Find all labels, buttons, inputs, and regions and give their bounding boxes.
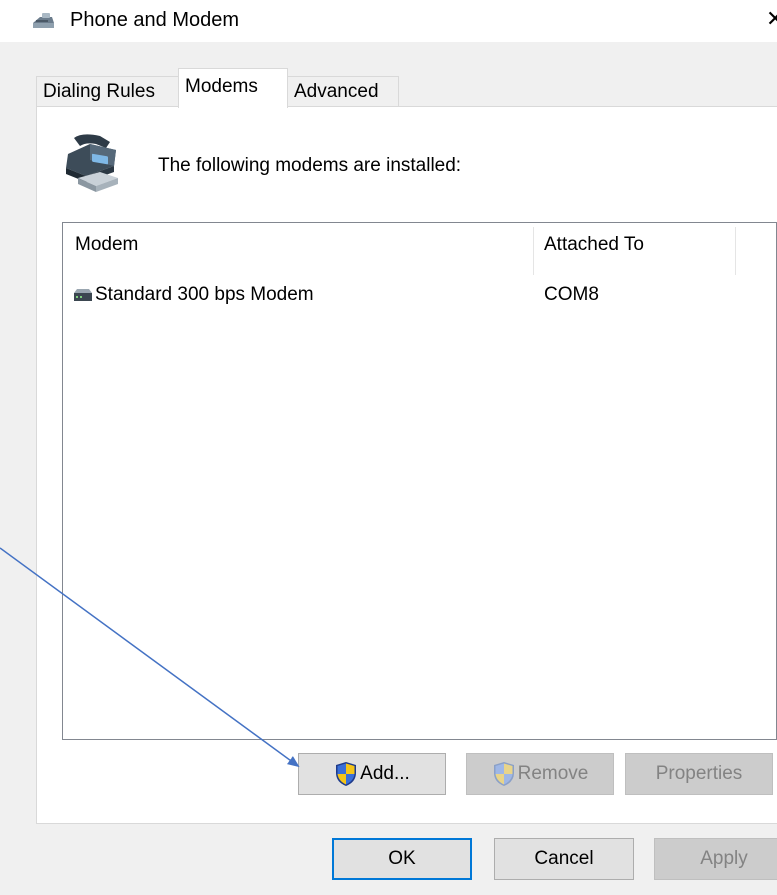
remove-button-label: Remove bbox=[517, 763, 589, 784]
tab-modems[interactable]: Modems bbox=[178, 68, 288, 108]
list-item[interactable]: Standard 300 bps Modem COM8 bbox=[63, 281, 776, 309]
column-divider[interactable] bbox=[533, 227, 534, 275]
close-button[interactable]: ✕ bbox=[766, 4, 777, 34]
remove-modem-button[interactable]: Remove bbox=[466, 753, 614, 795]
phone-and-modem-window: Phone and Modem ✕ Dialing Rules Modems A… bbox=[0, 0, 777, 895]
ok-button[interactable]: OK bbox=[332, 838, 472, 880]
installed-modems-label: The following modems are installed: bbox=[158, 155, 462, 176]
uac-shield-icon bbox=[336, 762, 357, 786]
add-modem-button[interactable]: Add... bbox=[298, 753, 446, 795]
telephone-modem-icon bbox=[66, 134, 118, 192]
attached-port: COM8 bbox=[544, 284, 599, 305]
tab-dialing-rules[interactable]: Dialing Rules bbox=[36, 76, 179, 106]
column-header-modem[interactable]: Modem bbox=[75, 233, 138, 257]
uac-shield-icon bbox=[493, 762, 514, 786]
phone-modem-app-icon bbox=[33, 13, 54, 28]
column-divider[interactable] bbox=[735, 227, 736, 275]
title-bar: Phone and Modem ✕ bbox=[0, 0, 777, 42]
cancel-button[interactable]: Cancel bbox=[494, 838, 634, 880]
apply-button[interactable]: Apply bbox=[654, 838, 777, 880]
modem-list[interactable]: Modem Attached To Standard 300 bps Modem… bbox=[62, 222, 777, 740]
tab-advanced[interactable]: Advanced bbox=[287, 76, 399, 106]
modem-icon bbox=[74, 289, 92, 301]
add-button-label: Add... bbox=[360, 763, 410, 784]
modem-name: Standard 300 bps Modem bbox=[95, 284, 314, 305]
properties-button[interactable]: Properties bbox=[625, 753, 773, 795]
window-title: Phone and Modem bbox=[70, 9, 240, 31]
column-header-attached-to[interactable]: Attached To bbox=[544, 233, 644, 257]
